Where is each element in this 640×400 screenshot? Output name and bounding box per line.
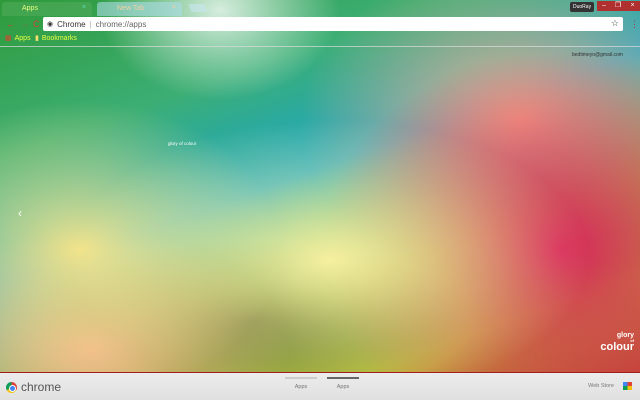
page-label: Apps — [336, 384, 350, 390]
page-tab-active[interactable]: Apps — [327, 377, 359, 390]
previous-page-arrow[interactable]: ‹ — [18, 206, 22, 220]
chrome-brand: chrome — [6, 380, 61, 394]
bookmark-label: Bookmarks — [41, 34, 77, 42]
address-bar[interactable]: ◉ Chrome | chrome://apps ☆ — [43, 17, 623, 31]
restore-button[interactable]: ❐ — [611, 1, 625, 11]
bookmark-folder[interactable]: ▮ Bookmarks — [35, 34, 77, 43]
brand-text: chrome — [21, 380, 62, 394]
tab-label: New Tab — [117, 5, 145, 12]
bookmark-star-icon[interactable]: ☆ — [611, 18, 619, 29]
folder-icon: ▮ — [35, 35, 39, 42]
wallpaper-caption: glory of colour — [168, 141, 197, 146]
reload-button[interactable]: C — [33, 19, 40, 29]
wallpaper-logo: glory of colour — [600, 332, 634, 353]
tab-strip: Apps × New Tab × DuoRay – ❐ × — [0, 0, 640, 16]
web-store-icon[interactable] — [623, 382, 632, 390]
tab-new-tab[interactable]: New Tab × — [97, 2, 182, 16]
apps-grid-icon: ▦ — [5, 35, 12, 42]
tab-label: Apps — [22, 5, 38, 12]
site-chip: Chrome — [57, 19, 86, 29]
menu-icon[interactable]: ⋮ — [630, 19, 639, 30]
forward-button[interactable]: → — [20, 19, 29, 29]
profile-button[interactable]: DuoRay — [570, 2, 595, 12]
wallpaper-email: bedtimeyo@gmail.com — [572, 52, 623, 58]
page-label: Apps — [294, 384, 308, 390]
app-launcher-footer: chrome Apps Apps Web Store — [0, 372, 640, 400]
url-text[interactable]: chrome://apps — [96, 20, 147, 29]
divider — [0, 46, 640, 47]
page-tab[interactable]: Apps — [285, 377, 317, 390]
bookmark-apps[interactable]: ▦ Apps — [5, 34, 31, 43]
site-info-icon[interactable]: ◉ — [47, 20, 53, 28]
new-tab-button[interactable] — [188, 4, 208, 12]
close-tab-icon[interactable]: × — [82, 4, 86, 11]
bookmark-label: Apps — [14, 34, 31, 42]
back-button[interactable]: ← — [6, 19, 15, 29]
minimize-button[interactable]: – — [597, 1, 611, 11]
close-window-button[interactable]: × — [625, 1, 640, 11]
close-tab-icon[interactable]: × — [172, 4, 176, 11]
chrome-logo-icon — [6, 381, 17, 393]
tab-apps[interactable]: Apps × — [2, 2, 92, 16]
web-store-link[interactable]: Web Store — [588, 383, 614, 389]
